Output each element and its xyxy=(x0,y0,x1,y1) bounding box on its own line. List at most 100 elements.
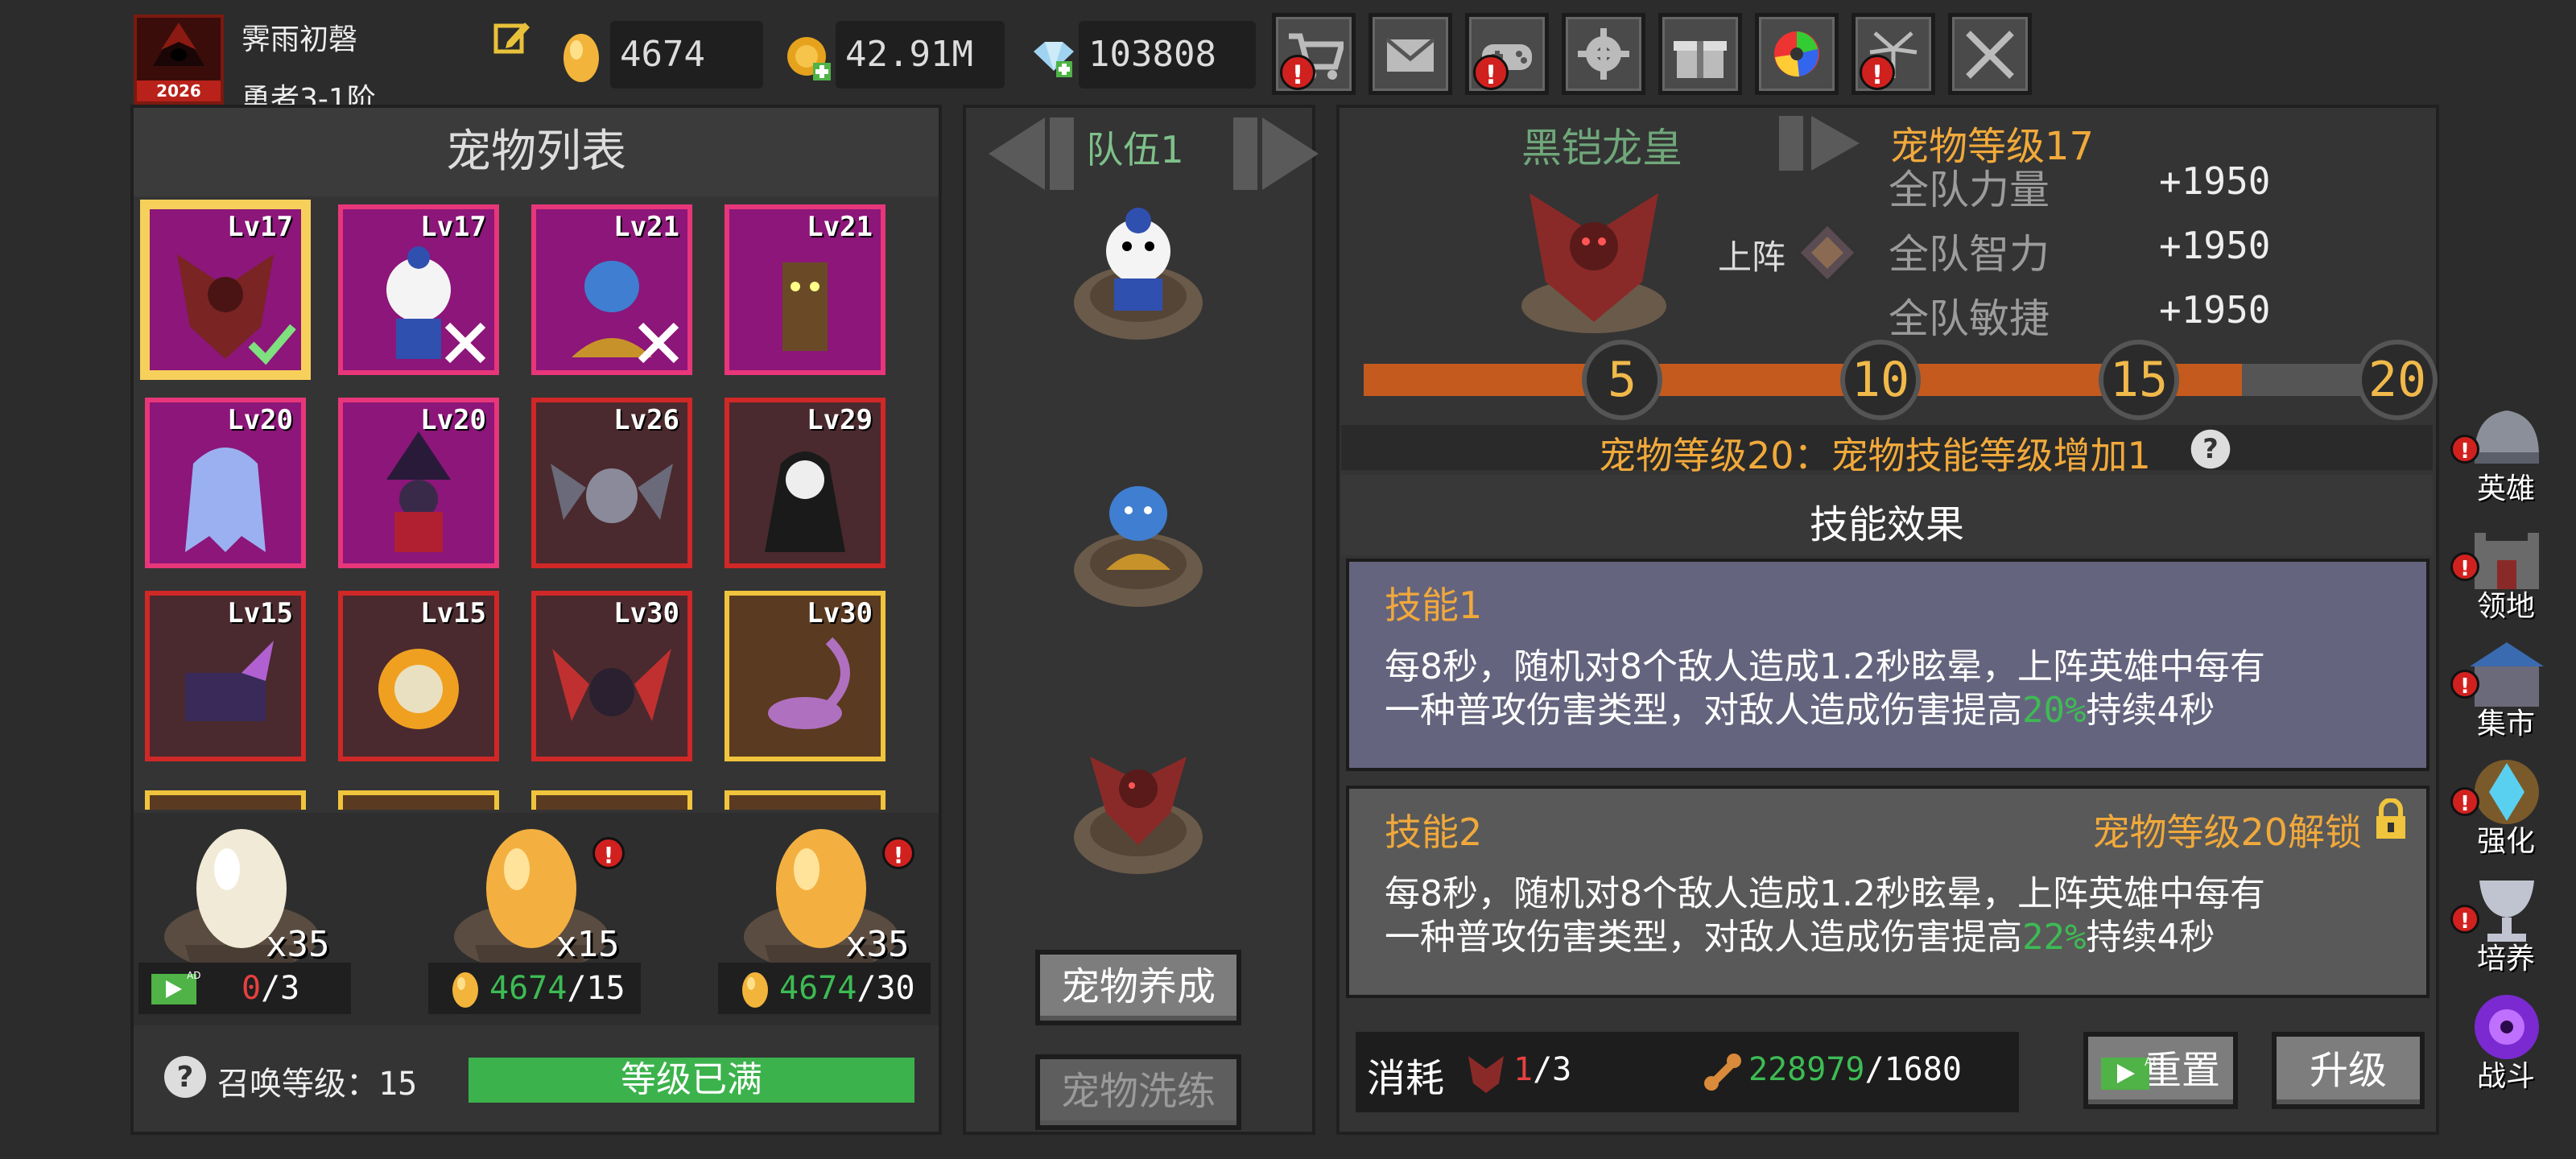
skill-percent: 22% xyxy=(2022,917,2087,958)
pet-level-label: Lv21 xyxy=(807,211,873,243)
egg-cost-current: 0 xyxy=(242,970,262,1007)
skill-title: 技能1 xyxy=(1385,584,1483,627)
player-avatar[interactable]: 2026 xyxy=(134,14,224,105)
alert-badge: ! xyxy=(1280,55,1315,90)
toolbar-button-4[interactable] xyxy=(1562,13,1645,95)
side-nav-chalice[interactable]: 培养! xyxy=(2450,869,2562,975)
side-nav-crystal[interactable]: 强化! xyxy=(2450,752,2562,858)
skill-title: 技能2 xyxy=(1385,810,1483,854)
skill-card-1: 技能1 每8秒，随机对8个敌人造成1.2秒眩晕，上阵英雄中每有 一种普攻伤害类型，对… xyxy=(1346,559,2429,771)
edit-name-icon[interactable] xyxy=(491,18,531,58)
summon-status-bar: 等级已满 xyxy=(469,1058,914,1103)
side-nav-label: 英雄 xyxy=(2476,472,2535,505)
alert-badge: ! xyxy=(1860,55,1895,90)
team-next-arrow-icon[interactable] xyxy=(1214,109,1335,198)
pet-card-snowman[interactable]: Lv17 xyxy=(338,204,499,375)
reset-button[interactable]: AD 重置 xyxy=(2083,1032,2238,1109)
summon-label-text: 召唤等级： xyxy=(217,1066,378,1103)
next-pet-arrow-icon[interactable] xyxy=(1771,109,1900,177)
pet-cost-max: /3 xyxy=(1533,1051,1572,1088)
pet-card-partial[interactable] xyxy=(145,790,306,810)
gold-plus-icon[interactable] xyxy=(782,24,834,85)
pet-card-ice-ghost[interactable]: Lv20 xyxy=(145,398,306,568)
egg-cost-bar[interactable]: 4674/30 xyxy=(718,963,931,1014)
egg-cost-current: 4674 xyxy=(489,970,568,1007)
pet-card-scorpion[interactable]: Lv30 xyxy=(724,591,886,761)
toolbar-button-2[interactable] xyxy=(1368,13,1452,95)
pet-card-vampire-bat[interactable]: Lv30 xyxy=(531,591,692,761)
alert-badge: ! xyxy=(2450,552,2479,581)
pet-train-button[interactable]: 宠物养成 xyxy=(1035,950,1241,1025)
side-nav-helmet[interactable]: 英雄! xyxy=(2450,399,2562,505)
pet-card-partial[interactable] xyxy=(724,790,886,810)
side-nav-label: 培养 xyxy=(2476,942,2535,975)
team-prev-arrow-icon[interactable] xyxy=(972,109,1093,198)
dark-unicorn-icon xyxy=(185,641,274,721)
pet-level-label: Lv21 xyxy=(613,211,679,243)
pet-card-witch[interactable]: Lv20 xyxy=(338,398,499,568)
skill-line-1: 每8秒，随机对8个敌人造成1.2秒眩晕，上阵英雄中每有 xyxy=(1385,646,2265,687)
side-nav-portal[interactable]: 战斗 xyxy=(2450,987,2562,1093)
side-nav-label: 集市 xyxy=(2476,707,2535,740)
egg-cost-current: 4674 xyxy=(779,970,857,1007)
pet-card-reaper[interactable]: Lv29 xyxy=(724,398,886,568)
pet-card-lamp-genie[interactable]: Lv21 xyxy=(531,204,692,375)
egg-cost-bar[interactable]: AD 0/3 xyxy=(138,963,351,1014)
color-wheel-icon xyxy=(1774,31,1819,77)
bone-icon xyxy=(1704,1054,1741,1091)
gem-plus-icon[interactable] xyxy=(1027,24,1079,85)
toolbar-button-8[interactable] xyxy=(1948,13,2032,95)
ad-video-icon: AD xyxy=(151,970,200,1004)
deploy-label: 上阵 xyxy=(1718,237,1786,277)
crossed-swords-icon xyxy=(1966,31,2014,79)
toolbar-button-6[interactable] xyxy=(1755,13,1839,95)
pet-portrait-red-dragon xyxy=(1521,193,1666,333)
alert-badge: ! xyxy=(2450,787,2479,816)
deploy-diamond-icon[interactable] xyxy=(1795,221,1860,285)
egg-currency-icon xyxy=(452,972,478,1008)
team-slot-lamp-genie[interactable] xyxy=(1058,457,1219,618)
team-slot-snowman[interactable] xyxy=(1058,190,1219,351)
pet-card-flame-skull[interactable]: Lv15 xyxy=(338,591,499,761)
milestone-node: 20 xyxy=(2357,340,2438,420)
skill-lock-text: 宠物等级20解锁 xyxy=(2092,810,2362,854)
pet-list-title: 宠物列表 xyxy=(134,108,939,196)
pet-card-dark-unicorn[interactable]: Lv15 xyxy=(145,591,306,761)
team-label: 队伍1 xyxy=(1086,128,1184,171)
pet-wash-button[interactable]: 宠物洗练 xyxy=(1035,1054,1241,1130)
upgrade-button[interactable]: 升级 xyxy=(2272,1032,2425,1109)
help-icon[interactable]: ? xyxy=(161,1053,209,1101)
reaper-icon xyxy=(765,452,845,552)
pet-card-partial[interactable] xyxy=(338,790,499,810)
bonus-help-icon[interactable]: ? xyxy=(2188,427,2233,472)
pet-card-partial[interactable] xyxy=(531,790,692,810)
gold-amount: 42.91M xyxy=(836,21,1005,89)
egg-cost-bar[interactable]: 4674/15 xyxy=(428,963,641,1014)
egg-alert-badge: ! xyxy=(882,837,914,869)
summon-level-value: 15 xyxy=(378,1066,418,1103)
alert-badge: ! xyxy=(2450,670,2479,699)
side-nav-label: 强化 xyxy=(2476,825,2535,858)
milestone-node: 15 xyxy=(2099,340,2179,420)
egg-stock: x35 xyxy=(845,924,910,965)
toolbar-button-5[interactable] xyxy=(1658,13,1742,95)
avatar-year-badge: 2026 xyxy=(137,80,221,101)
treant-icon xyxy=(782,262,828,351)
lock-icon xyxy=(2376,798,2405,839)
deployed-check-icon xyxy=(248,324,296,365)
side-nav-market[interactable]: 集市! xyxy=(2450,634,2562,740)
svg-text:AD: AD xyxy=(187,970,200,981)
pet-level-label: Lv17 xyxy=(420,211,486,243)
pet-card-red-dragon[interactable]: Lv17 xyxy=(145,204,306,375)
pet-cost-current: 1 xyxy=(1513,1051,1534,1088)
pet-card-bat[interactable]: Lv26 xyxy=(531,398,692,568)
stat-name: 全队敏捷 xyxy=(1889,295,2050,342)
stat-name: 全队力量 xyxy=(1889,167,2050,213)
pet-cost: 1/3 xyxy=(1513,1051,1571,1088)
stat-value: +1950 xyxy=(2159,224,2271,267)
egg-cost-max: /3 xyxy=(261,970,300,1007)
side-nav-castle[interactable]: 领地! xyxy=(2450,517,2562,623)
team-slot-red-dragon[interactable] xyxy=(1058,724,1219,885)
pet-card-treant[interactable]: Lv21 xyxy=(724,204,886,375)
stat-value: +1950 xyxy=(2159,159,2271,203)
